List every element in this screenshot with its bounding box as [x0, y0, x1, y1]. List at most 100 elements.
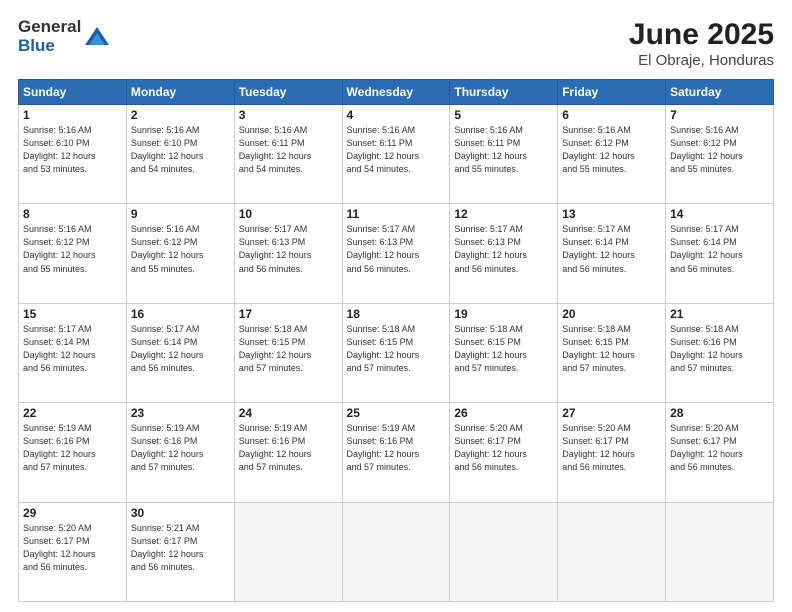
calendar-cell: 18Sunrise: 5:18 AM Sunset: 6:15 PM Dayli… [342, 303, 450, 402]
logo-general: General [18, 18, 81, 37]
day-info: Sunrise: 5:17 AM Sunset: 6:14 PM Dayligh… [562, 223, 661, 275]
day-number: 2 [131, 108, 230, 122]
calendar-cell: 7 Sunrise: 5:16 AM Sunset: 6:12 PM Daylig… [666, 105, 774, 204]
day-number: 6 [562, 108, 661, 122]
day-info: Sunrise: 5:16 AM Sunset: 6:12 PM Dayligh… [131, 223, 230, 275]
col-tuesday: Tuesday [234, 80, 342, 105]
day-info: Sunrise: 5:17 AM Sunset: 6:13 PM Dayligh… [239, 223, 338, 275]
day-number: 20 [562, 307, 661, 321]
day-info: Sunrise: 5:19 AM Sunset: 6:16 PM Dayligh… [239, 422, 338, 474]
month-title: June 2025 [629, 18, 774, 52]
col-sunday: Sunday [19, 80, 127, 105]
calendar-week-5: 29Sunrise: 5:20 AM Sunset: 6:17 PM Dayli… [19, 502, 774, 601]
day-number: 5 [454, 108, 553, 122]
day-info: Sunrise: 5:16 AM Sunset: 6:12 PM Dayligh… [562, 124, 661, 176]
day-number: 7 [670, 108, 769, 122]
day-info: Sunrise: 5:18 AM Sunset: 6:15 PM Dayligh… [562, 323, 661, 375]
day-info: Sunrise: 5:21 AM Sunset: 6:17 PM Dayligh… [131, 522, 230, 574]
day-number: 21 [670, 307, 769, 321]
calendar-cell: 1 Sunrise: 5:16 AM Sunset: 6:10 PM Daylig… [19, 105, 127, 204]
calendar-cell [558, 502, 666, 601]
calendar-cell: 10Sunrise: 5:17 AM Sunset: 6:13 PM Dayli… [234, 204, 342, 303]
calendar-cell: 22 Sunrise: 5:19 AM Sunset: 6:16 PM Dayli… [19, 403, 127, 502]
col-monday: Monday [126, 80, 234, 105]
day-info: Sunrise: 5:19 AM Sunset: 6:16 PM Dayligh… [347, 422, 446, 474]
header-row: Sunday Monday Tuesday Wednesday Thursday… [19, 80, 774, 105]
day-number: 3 [239, 108, 338, 122]
logo-icon [83, 23, 111, 51]
calendar-cell: 26 Sunrise: 5:20 AM Sunset: 6:17 PM Dayli… [450, 403, 558, 502]
day-info: Sunrise: 5:17 AM Sunset: 6:14 PM Dayligh… [670, 223, 769, 275]
logo: General Blue [18, 18, 111, 55]
calendar-cell: 12 Sunrise: 5:17 AM Sunset: 6:13 PM Dayli… [450, 204, 558, 303]
day-info: Sunrise: 5:16 AM Sunset: 6:11 PM Dayligh… [239, 124, 338, 176]
calendar-container: General Blue June 2025 El Obraje, Hondur… [0, 0, 792, 612]
title-block: June 2025 El Obraje, Honduras [629, 18, 774, 69]
calendar-cell: 28 Sunrise: 5:20 AM Sunset: 6:17 PM Dayli… [666, 403, 774, 502]
calendar-cell: 13 Sunrise: 5:17 AM Sunset: 6:14 PM Dayli… [558, 204, 666, 303]
calendar-week-2: 8Sunrise: 5:16 AM Sunset: 6:12 PM Daylig… [19, 204, 774, 303]
calendar-cell: 3 Sunrise: 5:16 AM Sunset: 6:11 PM Daylig… [234, 105, 342, 204]
day-info: Sunrise: 5:17 AM Sunset: 6:13 PM Dayligh… [347, 223, 446, 275]
day-info: Sunrise: 5:16 AM Sunset: 6:10 PM Dayligh… [131, 124, 230, 176]
calendar-cell: 8Sunrise: 5:16 AM Sunset: 6:12 PM Daylig… [19, 204, 127, 303]
day-number: 24 [239, 406, 338, 420]
calendar-header: Sunday Monday Tuesday Wednesday Thursday… [19, 80, 774, 105]
day-number: 14 [670, 207, 769, 221]
day-info: Sunrise: 5:16 AM Sunset: 6:12 PM Dayligh… [23, 223, 122, 275]
calendar-week-1: 1 Sunrise: 5:16 AM Sunset: 6:10 PM Daylig… [19, 105, 774, 204]
calendar-cell: 2 Sunrise: 5:16 AM Sunset: 6:10 PM Daylig… [126, 105, 234, 204]
day-info: Sunrise: 5:16 AM Sunset: 6:10 PM Dayligh… [23, 124, 122, 176]
calendar-cell [342, 502, 450, 601]
header: General Blue June 2025 El Obraje, Hondur… [18, 18, 774, 69]
day-info: Sunrise: 5:17 AM Sunset: 6:14 PM Dayligh… [131, 323, 230, 375]
calendar-cell [666, 502, 774, 601]
calendar-cell: 6 Sunrise: 5:16 AM Sunset: 6:12 PM Daylig… [558, 105, 666, 204]
day-number: 18 [347, 307, 446, 321]
day-number: 30 [131, 506, 230, 520]
logo-blue: Blue [18, 37, 81, 56]
calendar-cell: 11 Sunrise: 5:17 AM Sunset: 6:13 PM Dayli… [342, 204, 450, 303]
calendar-cell: 19 Sunrise: 5:18 AM Sunset: 6:15 PM Dayli… [450, 303, 558, 402]
logo-text: General Blue [18, 18, 81, 55]
day-info: Sunrise: 5:20 AM Sunset: 6:17 PM Dayligh… [562, 422, 661, 474]
calendar-cell: 30 Sunrise: 5:21 AM Sunset: 6:17 PM Dayli… [126, 502, 234, 601]
day-info: Sunrise: 5:16 AM Sunset: 6:12 PM Dayligh… [670, 124, 769, 176]
calendar-week-3: 15Sunrise: 5:17 AM Sunset: 6:14 PM Dayli… [19, 303, 774, 402]
day-number: 28 [670, 406, 769, 420]
day-info: Sunrise: 5:18 AM Sunset: 6:15 PM Dayligh… [239, 323, 338, 375]
day-number: 11 [347, 207, 446, 221]
calendar-body: 1 Sunrise: 5:16 AM Sunset: 6:10 PM Daylig… [19, 105, 774, 602]
calendar-cell: 20 Sunrise: 5:18 AM Sunset: 6:15 PM Dayli… [558, 303, 666, 402]
col-friday: Friday [558, 80, 666, 105]
day-info: Sunrise: 5:19 AM Sunset: 6:16 PM Dayligh… [23, 422, 122, 474]
day-number: 23 [131, 406, 230, 420]
calendar-week-4: 22 Sunrise: 5:19 AM Sunset: 6:16 PM Dayli… [19, 403, 774, 502]
day-number: 9 [131, 207, 230, 221]
day-info: Sunrise: 5:20 AM Sunset: 6:17 PM Dayligh… [670, 422, 769, 474]
calendar-cell: 24 Sunrise: 5:19 AM Sunset: 6:16 PM Dayli… [234, 403, 342, 502]
day-number: 25 [347, 406, 446, 420]
day-info: Sunrise: 5:18 AM Sunset: 6:16 PM Dayligh… [670, 323, 769, 375]
day-number: 12 [454, 207, 553, 221]
day-info: Sunrise: 5:17 AM Sunset: 6:13 PM Dayligh… [454, 223, 553, 275]
calendar-cell: 25 Sunrise: 5:19 AM Sunset: 6:16 PM Dayli… [342, 403, 450, 502]
col-saturday: Saturday [666, 80, 774, 105]
day-number: 4 [347, 108, 446, 122]
day-number: 1 [23, 108, 122, 122]
calendar-cell: 5Sunrise: 5:16 AM Sunset: 6:11 PM Daylig… [450, 105, 558, 204]
calendar-cell: 14 Sunrise: 5:17 AM Sunset: 6:14 PM Dayli… [666, 204, 774, 303]
day-info: Sunrise: 5:19 AM Sunset: 6:16 PM Dayligh… [131, 422, 230, 474]
day-number: 26 [454, 406, 553, 420]
day-number: 29 [23, 506, 122, 520]
day-info: Sunrise: 5:18 AM Sunset: 6:15 PM Dayligh… [454, 323, 553, 375]
day-number: 22 [23, 406, 122, 420]
calendar-cell [234, 502, 342, 601]
day-number: 19 [454, 307, 553, 321]
col-wednesday: Wednesday [342, 80, 450, 105]
calendar-cell: 27Sunrise: 5:20 AM Sunset: 6:17 PM Dayli… [558, 403, 666, 502]
day-info: Sunrise: 5:16 AM Sunset: 6:11 PM Dayligh… [347, 124, 446, 176]
day-number: 13 [562, 207, 661, 221]
calendar-cell: 15Sunrise: 5:17 AM Sunset: 6:14 PM Dayli… [19, 303, 127, 402]
day-info: Sunrise: 5:20 AM Sunset: 6:17 PM Dayligh… [454, 422, 553, 474]
